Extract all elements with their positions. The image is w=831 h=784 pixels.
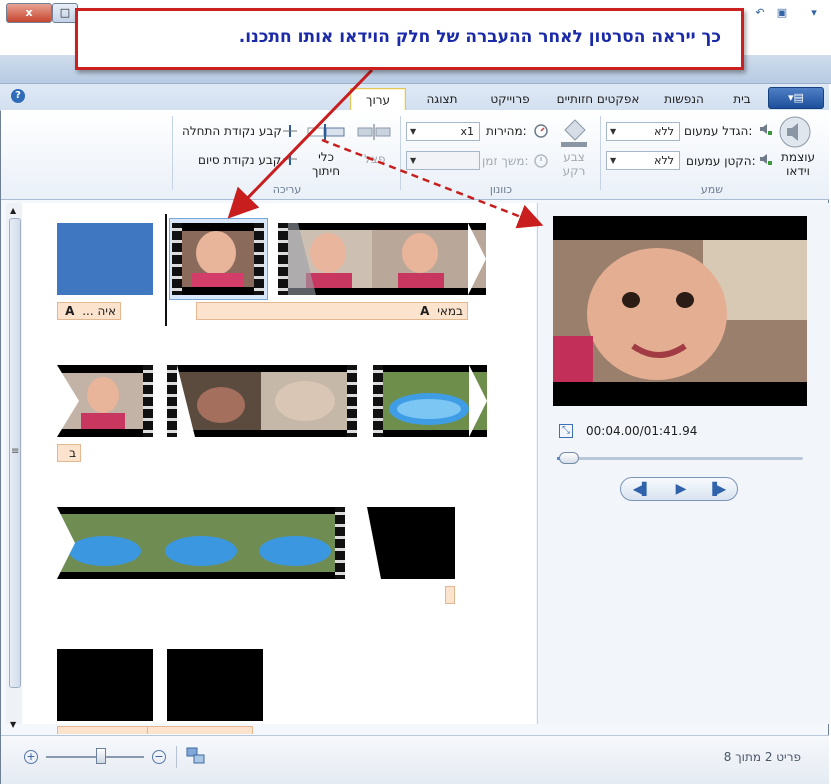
annotation-text: כך ייראה הסרטון לאחר ההעברה של חלק הוידא… bbox=[238, 27, 721, 47]
annotation-callout: כך ייראה הסרטון לאחר ההעברה של חלק הוידא… bbox=[75, 8, 744, 70]
annotation-arrows bbox=[227, 68, 544, 229]
